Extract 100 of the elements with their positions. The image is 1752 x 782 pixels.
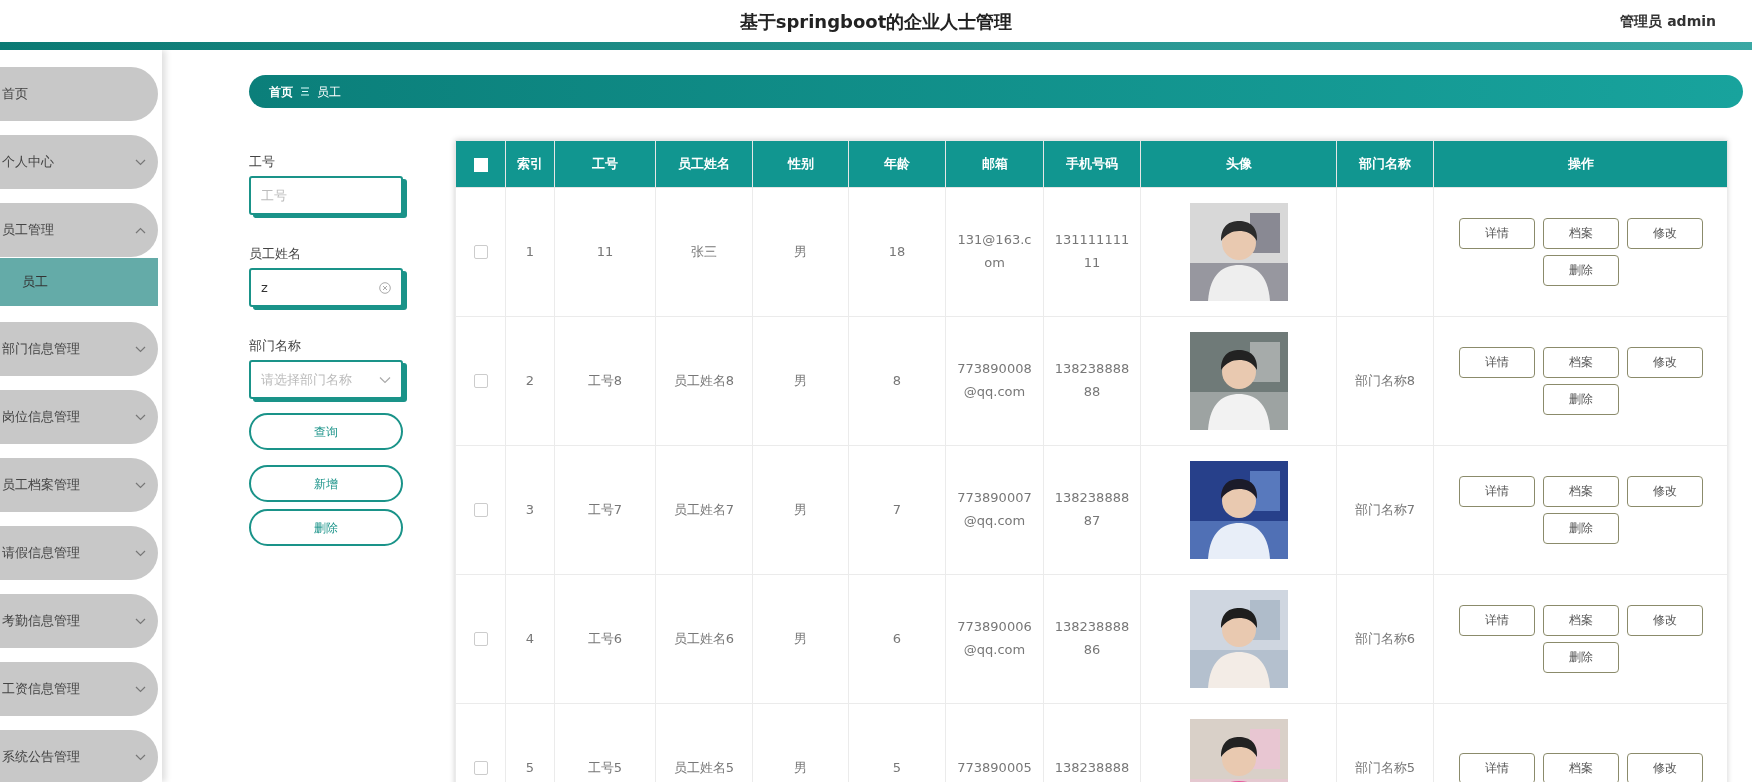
user-label: 管理员 admin: [1620, 11, 1716, 31]
table-cell: 员工姓名6: [655, 574, 753, 704]
submenu-item[interactable]: 员工: [0, 258, 158, 306]
menu-item[interactable]: 岗位信息管理: [0, 390, 158, 444]
row-checkbox[interactable]: [473, 632, 488, 647]
row-action-button[interactable]: 修改: [1626, 752, 1703, 782]
menu-item[interactable]: 员工管理: [0, 203, 158, 257]
action-button[interactable]: 新增: [249, 465, 403, 502]
table-cell: 男: [752, 316, 849, 446]
field-label: 工号: [249, 153, 276, 171]
column-header: 头像: [1140, 140, 1337, 188]
menu-item[interactable]: 员工档案管理: [0, 458, 158, 512]
row-action-button[interactable]: 档案: [1542, 218, 1619, 249]
row-action-button[interactable]: 档案: [1542, 752, 1619, 782]
chevron-down-icon: [135, 345, 146, 353]
row-action-button[interactable]: 修改: [1626, 476, 1703, 507]
row-action-button[interactable]: 修改: [1626, 218, 1703, 249]
menu-item[interactable]: 首页: [0, 67, 158, 121]
table-cell: 13823888887: [1043, 445, 1141, 575]
row-checkbox[interactable]: [473, 761, 488, 776]
menu-label: 岗位信息管理: [2, 408, 80, 427]
menu-label: 个人中心: [2, 153, 54, 172]
chevron-up-icon: [135, 226, 146, 234]
row-action-button[interactable]: 档案: [1542, 476, 1619, 507]
table-cell: 工号7: [554, 445, 656, 575]
chevron-down-icon: [379, 376, 391, 383]
column-header: 邮箱: [945, 140, 1044, 188]
row-action-button[interactable]: 详情: [1458, 605, 1535, 636]
menu-item[interactable]: 系统公告管理: [0, 730, 158, 782]
chevron-down-icon: [135, 413, 146, 421]
column-header: 年龄: [848, 140, 946, 188]
chevron-down-icon: [135, 685, 146, 693]
breadcrumb-link[interactable]: 员工: [317, 82, 341, 101]
chevron-down-icon: [135, 753, 146, 761]
select-field[interactable]: 请选择部门名称: [251, 362, 401, 397]
row-action-button[interactable]: 详情: [1458, 218, 1535, 249]
column-header: 索引: [505, 140, 555, 188]
row-checkbox[interactable]: [473, 245, 488, 260]
table-cell: 工号8: [554, 316, 656, 446]
menu-item[interactable]: 部门信息管理: [0, 322, 158, 376]
chevron-down-icon: [135, 158, 146, 166]
row-checkbox[interactable]: [473, 503, 488, 518]
table-cell: 773890006@qq.com: [945, 574, 1044, 704]
table-cell: 6: [848, 574, 946, 704]
column-header: 操作: [1433, 140, 1728, 188]
table-cell: 8: [848, 316, 946, 446]
menu-item[interactable]: 工资信息管理: [0, 662, 158, 716]
row-action-button[interactable]: 修改: [1626, 605, 1703, 636]
action-button[interactable]: 查询: [249, 413, 403, 450]
action-button[interactable]: 删除: [249, 509, 403, 546]
table-cell: 3: [505, 445, 555, 575]
table-cell: 7: [848, 445, 946, 575]
field-label: 员工姓名: [249, 245, 302, 263]
table-cell: 4: [505, 574, 555, 704]
input-field[interactable]: 工号: [251, 178, 401, 213]
row-action-button[interactable]: 详情: [1458, 476, 1535, 507]
table-cell: 1: [505, 187, 555, 317]
clear-icon[interactable]: [379, 281, 391, 294]
table-cell: 13823888888: [1043, 316, 1141, 446]
menu-label: 请假信息管理: [2, 544, 80, 563]
menu-item[interactable]: 考勤信息管理: [0, 594, 158, 648]
row-checkbox[interactable]: [473, 374, 488, 389]
menu-label: 员工档案管理: [2, 476, 80, 495]
row-action-button[interactable]: 档案: [1542, 605, 1619, 636]
table-cell: 131@163.com: [945, 187, 1044, 317]
chevron-down-icon: [135, 549, 146, 557]
menu-item[interactable]: 请假信息管理: [0, 526, 158, 580]
table-cell: 18: [848, 187, 946, 317]
table-cell: 张三: [655, 187, 753, 317]
chevron-down-icon: [135, 617, 146, 625]
table-cell: 员工姓名8: [655, 316, 753, 446]
table-cell: 男: [752, 187, 849, 317]
column-header: 部门名称: [1336, 140, 1434, 188]
menu-label: 系统公告管理: [2, 748, 80, 767]
row-action-button[interactable]: 删除: [1542, 642, 1619, 673]
chevron-down-icon: [135, 481, 146, 489]
table-cell: 部门名称7: [1336, 445, 1434, 575]
column-header: 手机号码: [1043, 140, 1141, 188]
menu-label: 员工管理: [2, 221, 54, 240]
table-cell: 男: [752, 574, 849, 704]
row-action-button[interactable]: 档案: [1542, 347, 1619, 378]
input-field[interactable]: z: [251, 270, 401, 305]
table-cell: 773890007@qq.com: [945, 445, 1044, 575]
row-action-button[interactable]: 详情: [1458, 347, 1535, 378]
table-cell: 工号6: [554, 574, 656, 704]
row-action-button[interactable]: 删除: [1542, 384, 1619, 415]
select-all-checkbox[interactable]: [473, 157, 488, 172]
row-action-button[interactable]: 删除: [1542, 513, 1619, 544]
column-header: 员工姓名: [655, 140, 753, 188]
column-header: 工号: [554, 140, 656, 188]
table-cell: 11: [554, 187, 656, 317]
menu-item[interactable]: 个人中心: [0, 135, 158, 189]
table-cell: 部门名称6: [1336, 574, 1434, 704]
row-action-button[interactable]: 删除: [1542, 255, 1619, 286]
row-action-button[interactable]: 修改: [1626, 347, 1703, 378]
row-action-button[interactable]: 详情: [1458, 752, 1535, 782]
app-title: 基于springboot的企业人士管理: [739, 9, 1013, 34]
table-cell: 773890008@qq.com: [945, 316, 1044, 446]
breadcrumb-link[interactable]: 首页: [269, 82, 293, 101]
table-cell: 13823888886: [1043, 574, 1141, 704]
